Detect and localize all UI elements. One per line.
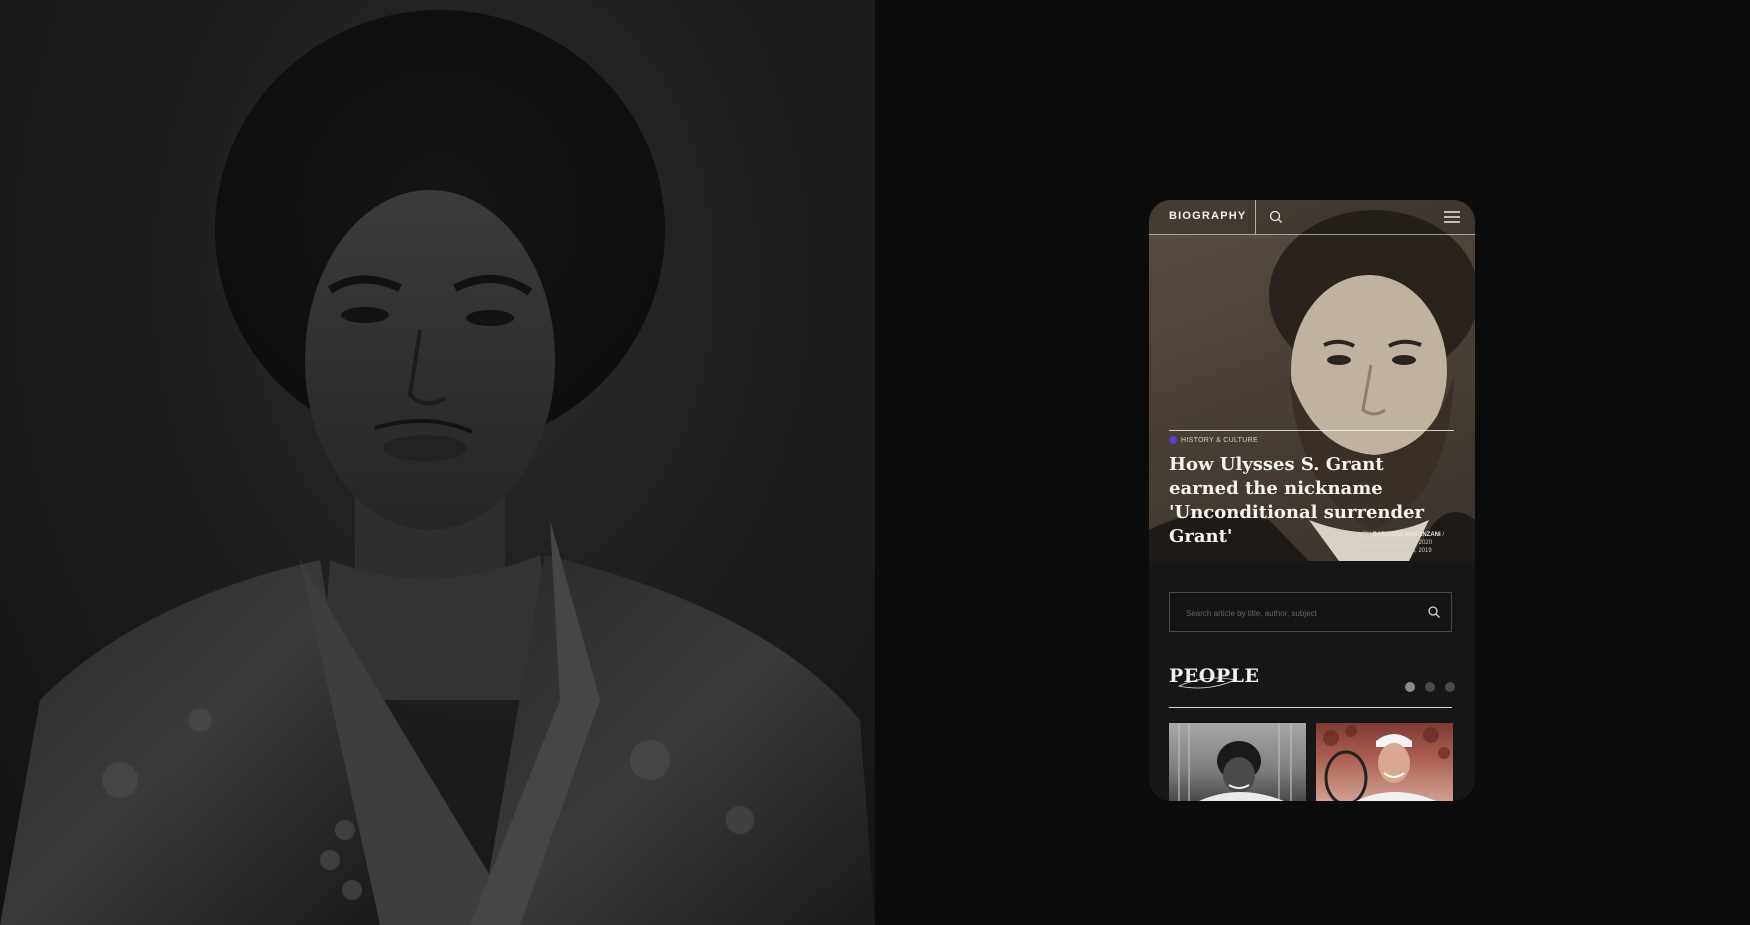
article-byline: BY BARBARA MARANZANI / UPDATED: MAY 14, … — [1363, 531, 1463, 555]
people-card[interactable] — [1169, 723, 1306, 801]
people-card-image — [1178, 723, 1292, 801]
title-swash-decoration — [1177, 677, 1237, 689]
carousel-dot[interactable] — [1405, 682, 1415, 692]
category-label: HISTORY & CULTURE — [1181, 436, 1258, 444]
top-navigation-bar: BIOGRAPHY — [1149, 200, 1475, 235]
hero-divider — [1169, 430, 1454, 431]
nav-divider — [1255, 200, 1256, 234]
byline-author[interactable]: BARBARA MARANZANI — [1373, 532, 1441, 538]
carousel-pagination — [1405, 682, 1455, 692]
brand-logo[interactable]: BIOGRAPHY — [1169, 210, 1246, 222]
section-divider — [1169, 707, 1452, 708]
byline-separator: / — [1442, 532, 1445, 538]
people-card[interactable] — [1316, 723, 1453, 801]
carousel-dot[interactable] — [1425, 682, 1435, 692]
category-dot-icon — [1169, 436, 1177, 444]
search-input[interactable] — [1184, 593, 1418, 633]
article-search-box — [1169, 592, 1452, 633]
page-stage: BIOGRAPHY HISTORY & CULTURE How Ulysses … — [0, 0, 1750, 925]
search-icon[interactable] — [1266, 207, 1286, 227]
carousel-dot[interactable] — [1445, 682, 1455, 692]
mobile-screen-mockup: BIOGRAPHY HISTORY & CULTURE How Ulysses … — [1149, 200, 1475, 801]
hero-portrait-illustration — [0, 10, 875, 925]
byline-original: ORIGINAL: JUN 16, 2019 — [1363, 548, 1432, 554]
people-card-image — [1323, 725, 1450, 801]
article-category[interactable]: HISTORY & CULTURE — [1169, 436, 1258, 444]
byline-updated: UPDATED: MAY 14, 2020 — [1363, 540, 1433, 546]
hamburger-menu-icon[interactable] — [1441, 207, 1463, 227]
byline-prefix: BY — [1363, 532, 1371, 538]
hero-portrait-photo — [0, 0, 875, 925]
search-submit-icon[interactable] — [1427, 605, 1441, 619]
